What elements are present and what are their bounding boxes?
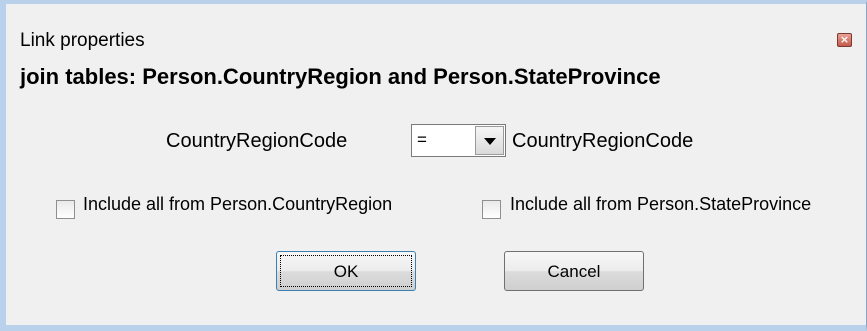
focus-rect	[280, 255, 412, 287]
include-left-checkbox[interactable]	[56, 200, 75, 219]
close-icon: ×	[839, 33, 850, 46]
right-field-label: CountryRegionCode	[512, 130, 694, 152]
operator-value: =	[417, 130, 427, 149]
dialog-title: Link properties	[20, 30, 145, 51]
include-left-label[interactable]: Include all from Person.CountryRegion	[83, 194, 392, 215]
chevron-down-icon	[484, 138, 496, 145]
include-right-label[interactable]: Include all from Person.StateProvince	[510, 194, 811, 215]
operator-dropdown[interactable]: =	[411, 124, 506, 157]
ok-button[interactable]: OK	[276, 251, 416, 291]
dropdown-button[interactable]	[475, 126, 504, 155]
include-right-checkbox[interactable]	[482, 200, 501, 219]
left-field-label: CountryRegionCode	[166, 130, 348, 152]
join-heading: join tables: Person.CountryRegion and Pe…	[20, 64, 661, 89]
cancel-button[interactable]: Cancel	[504, 251, 644, 291]
close-button[interactable]: ×	[837, 33, 852, 47]
